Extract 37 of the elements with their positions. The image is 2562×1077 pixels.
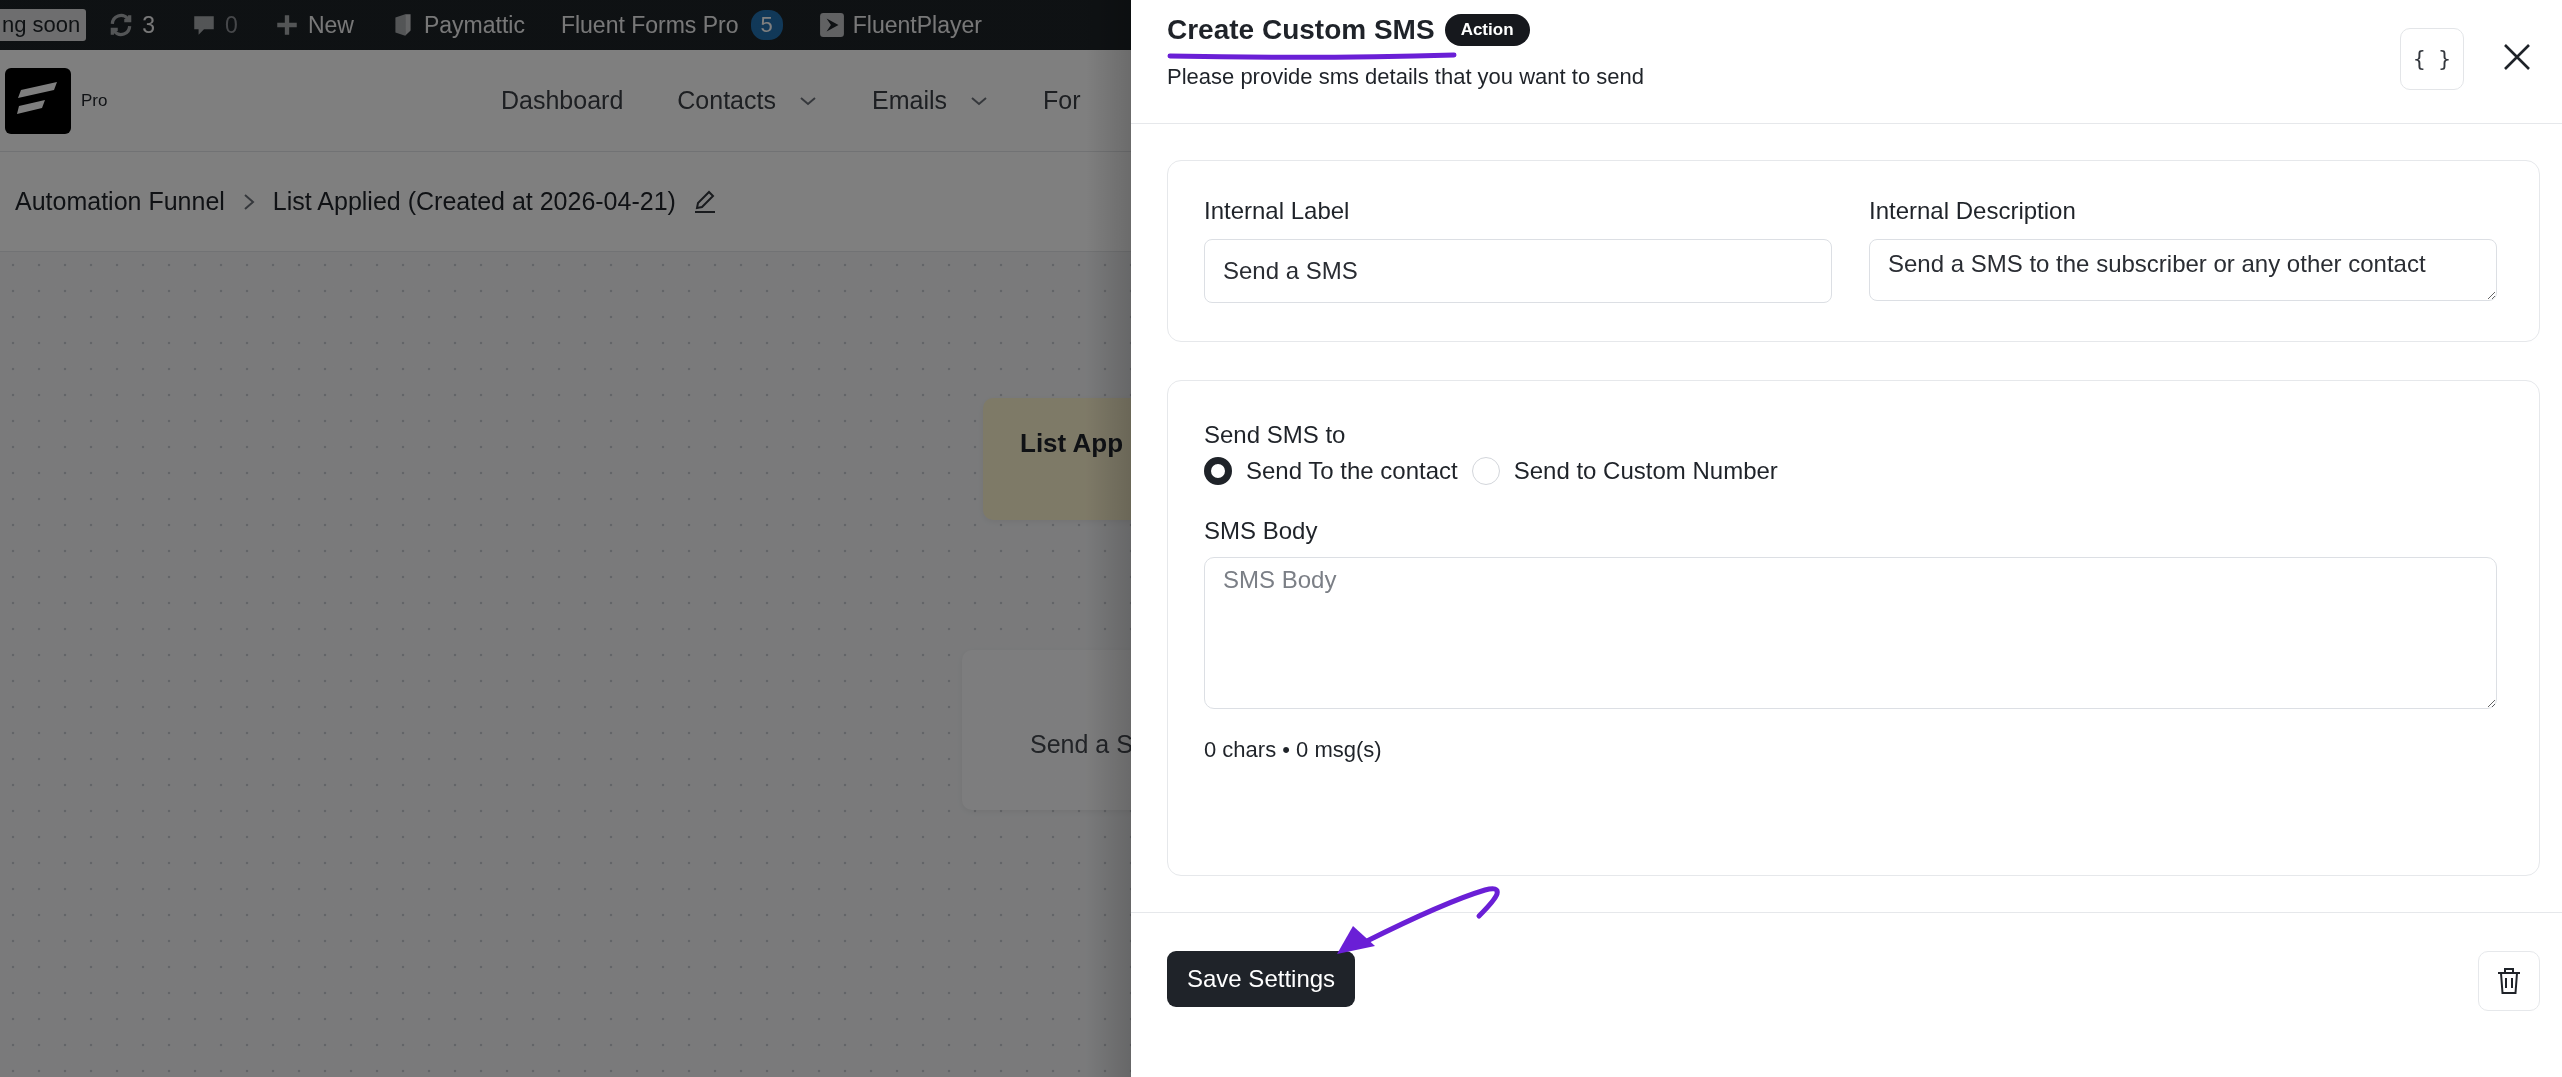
drawer-subtitle: Please provide sms details that you want to send [1167,64,1644,90]
input-field[interactable]: Send a SMS [1204,239,1832,303]
nav-item[interactable]: Contacts [677,86,818,115]
plan-label: Pro [81,90,109,111]
play-logo-icon[interactable] [818,12,845,38]
radio-option[interactable]: Send to Custom Number [1471,457,1778,485]
trash-icon [2496,967,2522,995]
breadcrumb-link[interactable]: List Applied (Created at 2026-04-21) [272,187,676,216]
textarea-field[interactable]: SMS Body [1204,557,2497,709]
nav-item[interactable]: For [1043,86,1081,115]
field-label: Internal Label [1204,197,1351,225]
count-badge: 5 [750,10,783,40]
field-label: Internal Description [1869,197,2077,225]
field-label: Send SMS to [1204,421,1347,449]
close-icon[interactable] [2502,42,2532,72]
drawer-title: Create Custom SMS [1167,14,1435,46]
admin-bar-link[interactable]: 3 [142,11,156,39]
breadcrumb-link[interactable]: Automation Funnel [15,187,225,216]
admin-bar-link[interactable]: Paymattic [423,11,525,39]
nav-item[interactable]: Dashboard [501,86,624,115]
field-label: SMS Body [1204,517,1319,545]
status-badge: ng soon [0,9,87,41]
logo-icon[interactable] [5,67,71,134]
action-badge: Action [1444,14,1530,46]
admin-bar-link[interactable]: New [307,11,354,39]
trigger-node[interactable]: List App [983,398,1131,520]
delete-button[interactable] [2478,951,2540,1011]
character-counter: 0 chars • 0 msg(s) [1204,737,1383,763]
nav-item[interactable]: Emails [872,86,989,115]
radio-option[interactable]: Send To the contact [1204,457,1458,485]
textarea-field[interactable]: Send a SMS to the subscriber or any other contact [1869,239,2497,301]
merge-tags-button[interactable]: { } [2400,28,2464,90]
admin-bar-link[interactable]: FluentPlayer [852,11,982,39]
save-button[interactable]: Save Settings [1167,951,1356,1007]
action-node[interactable]: Send a S [962,650,1131,810]
radio-button[interactable] [1204,457,1232,485]
admin-bar-link[interactable]: Fluent Forms Pro [560,11,739,39]
